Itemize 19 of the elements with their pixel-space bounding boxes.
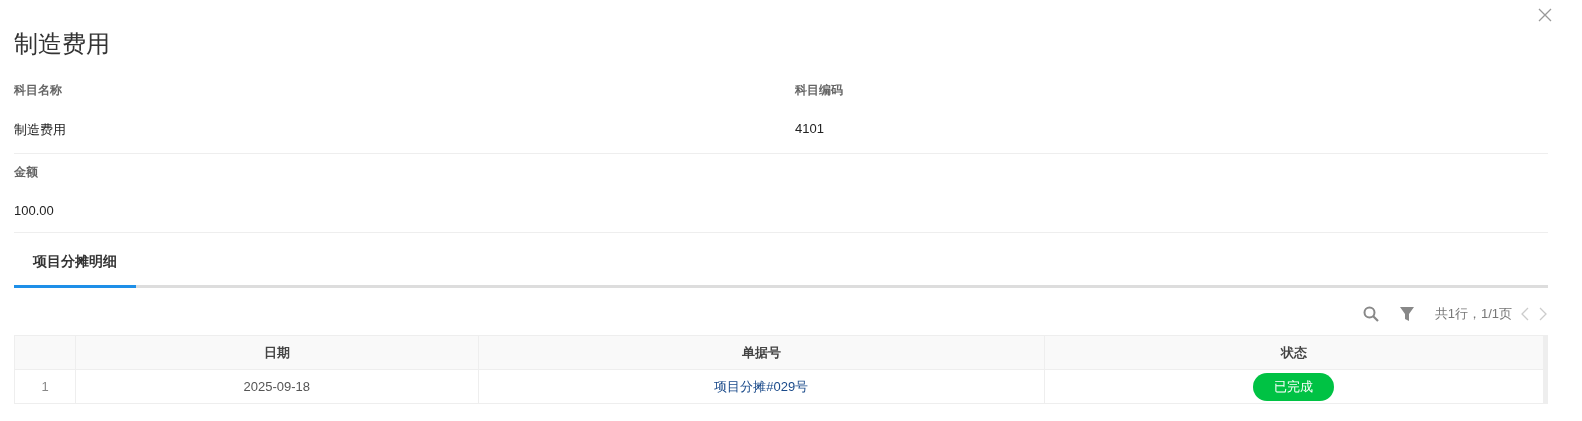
filter-icon[interactable] xyxy=(1398,306,1415,322)
column-header: 日期 xyxy=(75,335,479,370)
field-value: 4101 xyxy=(795,120,825,138)
field-label: 科目名称 xyxy=(14,82,63,99)
page-summary: 共1行，1/1页 xyxy=(1434,305,1512,323)
document-link[interactable]: 项目分摊#029号 xyxy=(478,369,1045,404)
column-header: 单据号 xyxy=(478,335,1045,370)
column-header: 状态 xyxy=(1044,335,1546,370)
status-badge: 已完成 xyxy=(1253,372,1335,401)
page-title: 制造费用 xyxy=(14,29,110,59)
close-icon[interactable] xyxy=(1538,8,1552,22)
row-number: 1 xyxy=(14,369,76,404)
field-label: 金额 xyxy=(14,164,39,181)
table-cell: 2025-09-18 xyxy=(75,369,479,404)
tab[interactable]: 项目分摊明细 xyxy=(14,241,136,288)
field-label: 科目编码 xyxy=(795,82,844,99)
search-icon[interactable] xyxy=(1362,306,1379,322)
field-value: 制造费用 xyxy=(14,121,67,139)
field-value: 100.00 xyxy=(14,202,55,220)
